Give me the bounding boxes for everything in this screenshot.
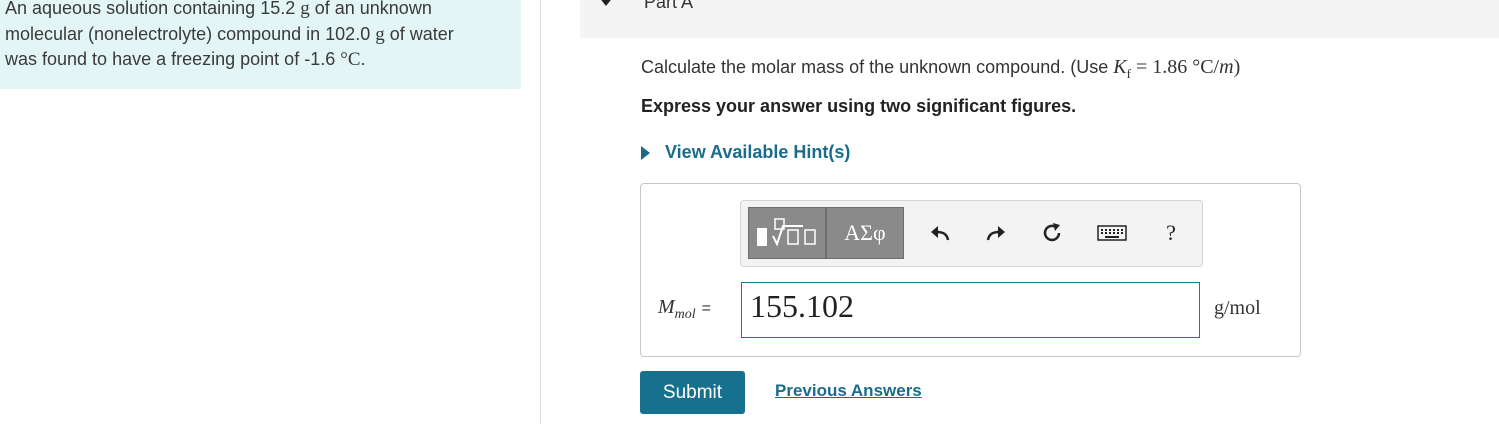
redo-button[interactable] [985, 222, 1007, 244]
column-divider [540, 0, 541, 424]
expand-triangle-icon [641, 145, 650, 160]
problem-line-3: was found to have a freezing point of -1… [5, 49, 366, 70]
question-text: Calculate the molar mass of the unknown … [641, 56, 1241, 81]
part-header[interactable] [580, 0, 1499, 38]
collapse-arrow-icon[interactable] [598, 0, 614, 6]
help-icon: ? [1166, 220, 1176, 245]
redo-icon [986, 226, 1005, 241]
view-hints-link[interactable]: View Available Hint(s) [641, 142, 850, 163]
problem-text: An aqueous solution containing 15.2 g of… [5, 0, 505, 73]
keyboard-icon [1097, 225, 1127, 241]
part-title: Part A [644, 0, 694, 12]
hints-label: View Available Hint(s) [665, 142, 851, 162]
submit-button[interactable]: Submit [640, 371, 745, 414]
help-button[interactable]: ? [1160, 220, 1182, 245]
previous-answers-link[interactable]: Previous Answers [775, 381, 922, 401]
keyboard-button[interactable] [1096, 222, 1128, 244]
greek-letters-button[interactable]: ΑΣφ [826, 207, 904, 259]
problem-line-2: molecular (nonelectrolyte) compound in 1… [5, 23, 454, 45]
answer-input[interactable]: 155.102 [741, 282, 1200, 338]
answer-unit: g/mol [1214, 297, 1261, 319]
answer-variable-label: Mmol = [658, 296, 712, 322]
templates-button[interactable] [748, 207, 826, 259]
templates-icon [757, 218, 816, 247]
undo-icon [931, 226, 950, 241]
undo-button[interactable] [929, 222, 951, 244]
reset-button[interactable] [1041, 222, 1063, 244]
greek-letters-icon: ΑΣφ [844, 220, 886, 245]
problem-line-1: An aqueous solution containing 15.2 g of… [5, 0, 432, 19]
problem-statement-panel: An aqueous solution containing 15.2 g of… [0, 0, 521, 89]
answer-instruction: Express your answer using two significan… [641, 96, 1077, 116]
reset-icon [1043, 223, 1061, 242]
